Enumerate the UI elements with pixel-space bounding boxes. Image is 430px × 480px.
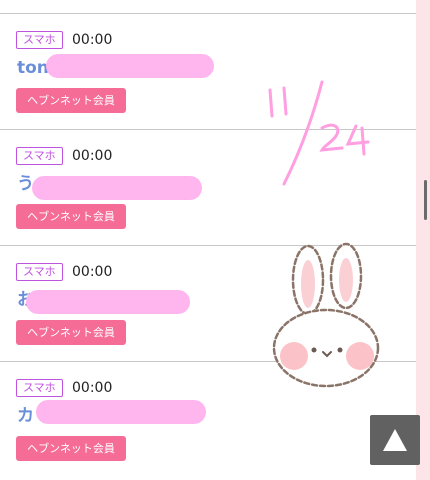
arrow-up-icon xyxy=(383,429,407,451)
scroll-to-top-button[interactable] xyxy=(370,415,420,465)
redaction-scribble xyxy=(36,400,206,424)
member-badge-button[interactable]: ヘブンネット会員 xyxy=(16,88,126,113)
scrollbar-thumb[interactable] xyxy=(424,180,427,220)
visitor-name[interactable]: ton xyxy=(17,56,49,80)
device-badge: スマホ xyxy=(16,263,63,281)
page-side-strip xyxy=(416,0,430,480)
visit-time: 00:00 xyxy=(72,380,113,396)
device-badge: スマホ xyxy=(16,31,63,49)
member-badge-button[interactable]: ヘブンネット会員 xyxy=(16,436,126,461)
visit-time: 00:00 xyxy=(72,264,113,280)
redaction-scribble xyxy=(32,176,202,200)
device-badge: スマホ xyxy=(16,147,63,165)
member-badge-button[interactable]: ヘブンネット会員 xyxy=(16,320,126,345)
redaction-scribble xyxy=(46,54,214,78)
visit-time: 00:00 xyxy=(72,32,113,48)
redaction-scribble xyxy=(26,290,190,314)
visit-time: 00:00 xyxy=(72,148,113,164)
device-badge: スマホ xyxy=(16,379,63,397)
bunny-sticker-icon xyxy=(272,242,380,388)
member-badge-button[interactable]: ヘブンネット会員 xyxy=(16,204,126,229)
visitor-name[interactable]: カ xyxy=(17,404,34,428)
handwritten-date xyxy=(268,80,370,186)
